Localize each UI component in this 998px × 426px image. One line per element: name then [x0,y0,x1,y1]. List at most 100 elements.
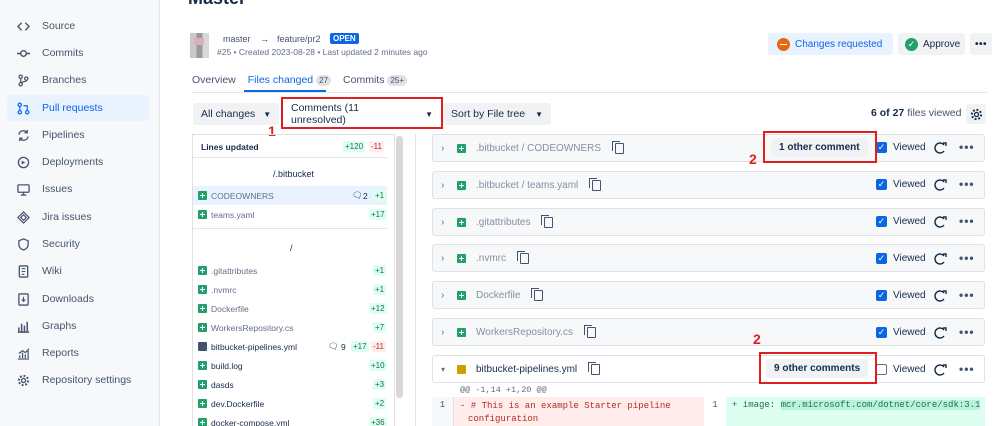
add-comment-icon[interactable] [934,327,947,339]
tab-commits[interactable]: Commits25+ [343,74,407,86]
tab-overview[interactable]: Overview [192,74,236,86]
viewed-checkbox[interactable]: ✓ [876,142,887,153]
viewed-checkbox[interactable]: ✓ [876,179,887,190]
sidebar-item-commits[interactable]: Commits [7,40,149,66]
copy-icon[interactable] [520,253,529,264]
additions: +2 [373,398,386,409]
copy-icon[interactable] [587,327,596,338]
viewed-checkbox[interactable]: ✓ [876,327,887,338]
pull-request-icon [16,101,30,115]
issues-icon [16,182,30,196]
copy-icon[interactable] [544,217,553,228]
add-comment-icon[interactable] [934,179,947,191]
tab-count: 27 [316,75,331,86]
tab-files-changed[interactable]: Files changed27 [248,74,331,86]
tree-file-item[interactable]: dasds+3 [193,375,387,394]
chevron-down-icon: ▾ [441,365,453,374]
source-branch[interactable]: master [223,34,251,44]
sidebar-item-reports[interactable]: Reports [7,340,149,366]
added-file-icon [198,323,207,332]
tree-file-item[interactable]: .gitattributes+1 [193,261,387,280]
tree-file-item[interactable]: CODEOWNERS 🗨 2 +1 [193,186,387,205]
gear-icon [16,373,30,387]
add-comment-icon[interactable] [934,364,947,376]
sidebar-item-repository-settings[interactable]: Repository settings [7,367,149,393]
tree-file-item[interactable]: Dockerfile+12 [193,299,387,318]
tabs: Overview Files changed27 Commits25+ [192,74,407,86]
more-actions-button[interactable]: ••• [970,33,992,55]
more-options-button[interactable]: ••• [959,140,975,154]
all-changes-dropdown[interactable]: All changes▼ [193,103,279,125]
approve-button[interactable]: ✓ Approve [898,33,965,55]
sidebar-item-downloads[interactable]: Downloads [7,286,149,312]
target-branch[interactable]: feature/pr2 [277,34,321,44]
sidebar-item-wiki[interactable]: Wiki [7,258,149,284]
comment-count: 2 [363,191,368,201]
more-options-button[interactable]: ••• [959,325,975,339]
add-comment-icon[interactable] [934,290,947,302]
tree-file-item[interactable]: .nvmrc+1 [193,280,387,299]
commit-icon [16,46,30,60]
add-comment-icon[interactable] [934,216,947,228]
sidebar-item-label: Pipelines [42,129,85,141]
viewed-label: Viewed [893,290,926,301]
more-options-button[interactable]: ••• [959,288,975,302]
settings-button[interactable] [966,104,986,124]
viewed-label: Viewed [893,142,926,153]
additions: +17 [351,341,369,352]
more-options-button[interactable]: ••• [959,251,975,265]
viewed-checkbox[interactable]: ✓ [876,290,887,301]
tree-file-item[interactable]: dev.Dockerfile+2 [193,394,387,413]
sidebar-item-deployments[interactable]: Deployments [7,149,149,175]
sidebar-item-jira-issues[interactable]: Jira issues [7,204,149,230]
active-tab-indicator [244,90,326,92]
changes-requested-label: Changes requested [795,39,882,50]
sidebar-item-pull-requests[interactable]: Pull requests [7,95,149,121]
more-options-button[interactable]: ••• [959,362,975,376]
sidebar-item-graphs[interactable]: Graphs [7,313,149,339]
chevron-down-icon: ▼ [263,110,271,119]
tree-file-item[interactable]: teams.yaml +17 [193,205,387,224]
jira-icon [16,210,30,224]
additions: +1 [373,265,386,276]
copy-icon[interactable] [615,143,624,154]
viewed-checkbox[interactable]: ✓ [876,216,887,227]
sidebar-item-issues[interactable]: Issues [7,176,149,202]
viewed-label: Viewed [893,179,926,190]
sidebar-item-branches[interactable]: Branches [7,67,149,93]
scrollbar[interactable] [396,136,403,398]
add-comment-icon[interactable] [934,142,947,154]
chevron-right-icon: › [441,253,453,264]
sidebar-item-security[interactable]: Security [7,231,149,257]
additions: +3 [373,379,386,390]
tree-file-item[interactable]: docker-compose.yml +36 [193,413,387,426]
tree-file-item[interactable]: bitbucket-pipelines.yml🗨9+17-11 [193,337,387,356]
add-comment-icon[interactable] [934,253,947,265]
file-name: docker-compose.yml [211,418,289,426]
copy-icon[interactable] [592,180,601,191]
copy-icon[interactable] [534,290,543,301]
changes-requested-button[interactable]: Changes requested [768,33,893,55]
file-name: .gitattributes [476,217,530,228]
added-file-icon [457,144,466,153]
more-options-button[interactable]: ••• [959,177,975,191]
file-name: WorkersRepository.cs [476,327,573,338]
viewed-checkbox[interactable] [876,364,887,375]
sidebar-item-label: Deployments [42,156,103,168]
wiki-icon [16,264,30,278]
sidebar-item-pipelines[interactable]: Pipelines [7,122,149,148]
viewed-checkbox[interactable]: ✓ [876,253,887,264]
added-file-icon [198,191,207,200]
additions: +36 [369,417,387,426]
file-tree: Lines updated +120 -11 /.bitbucket CODEO… [192,134,395,426]
tree-file-item[interactable]: WorkersRepository.cs+7 [193,318,387,337]
sort-dropdown[interactable]: Sort by File tree▼ [443,103,551,125]
copy-icon[interactable] [591,364,600,375]
additions: +10 [369,360,387,371]
total-additions: +120 [343,141,365,152]
tree-file-item[interactable]: build.log+10 [193,356,387,375]
sidebar-item-source[interactable]: Source [7,13,149,39]
file-name: WorkersRepository.cs [211,323,293,333]
avatar[interactable] [190,33,209,58]
more-options-button[interactable]: ••• [959,214,975,228]
